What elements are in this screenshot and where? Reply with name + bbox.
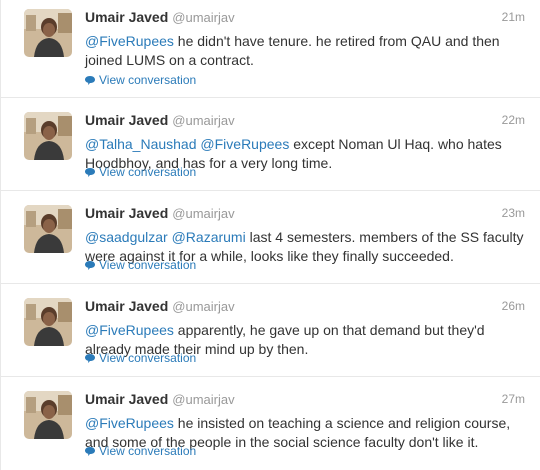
- view-conversation-link[interactable]: View conversation: [85, 165, 196, 179]
- tweet-timestamp[interactable]: 21m: [502, 10, 525, 24]
- tweet-timestamp[interactable]: 23m: [502, 206, 525, 220]
- author-handle[interactable]: @umairjav: [172, 113, 234, 128]
- view-conversation-label: View conversation: [99, 258, 197, 272]
- avatar[interactable]: [24, 298, 72, 346]
- view-conversation-link[interactable]: View conversation: [85, 351, 196, 365]
- author-name[interactable]: Umair Javed: [85, 391, 168, 407]
- author-handle[interactable]: @umairjav: [172, 299, 234, 314]
- author-name[interactable]: Umair Javed: [85, 9, 168, 25]
- tweet-item[interactable]: Umair Javed @umairjav 27m @FiveRupees he …: [1, 377, 540, 470]
- tweet-header: Umair Javed @umairjav 26m: [85, 298, 525, 316]
- avatar[interactable]: [24, 391, 72, 439]
- user-photo: [24, 9, 72, 57]
- mention-link[interactable]: @Talha_Naushad: [85, 136, 197, 152]
- tweet-text: @FiveRupees he didn't have tenure. he re…: [85, 32, 525, 70]
- mention-link[interactable]: @Razarumi: [172, 229, 246, 245]
- tweet-timestamp[interactable]: 26m: [502, 299, 525, 313]
- view-conversation-label: View conversation: [99, 165, 197, 179]
- view-conversation-label: View conversation: [99, 351, 197, 365]
- tweet-item[interactable]: Umair Javed @umairjav 23m @saadgulzar @Ra…: [1, 191, 540, 284]
- tweet-header: Umair Javed @umairjav 27m: [85, 391, 525, 409]
- speech-bubble-icon: [85, 446, 95, 456]
- view-conversation-label: View conversation: [99, 444, 197, 458]
- mention-link[interactable]: @saadgulzar: [85, 229, 168, 245]
- view-conversation-link[interactable]: View conversation: [85, 258, 196, 272]
- tweet-item[interactable]: Umair Javed @umairjav 22m @Talha_Naushad …: [1, 98, 540, 191]
- avatar[interactable]: [24, 205, 72, 253]
- mention-link[interactable]: @FiveRupees: [85, 33, 174, 49]
- speech-bubble-icon: [85, 75, 95, 85]
- author-handle[interactable]: @umairjav: [172, 206, 234, 221]
- avatar[interactable]: [24, 9, 72, 57]
- tweet-item[interactable]: Umair Javed @umairjav 26m @FiveRupees app…: [1, 284, 540, 377]
- author-name[interactable]: Umair Javed: [85, 298, 168, 314]
- user-photo: [24, 112, 72, 160]
- tweet-timestamp[interactable]: 22m: [502, 113, 525, 127]
- speech-bubble-icon: [85, 260, 95, 270]
- author-handle[interactable]: @umairjav: [172, 392, 234, 407]
- mention-link[interactable]: @FiveRupees: [85, 322, 174, 338]
- author-name[interactable]: Umair Javed: [85, 112, 168, 128]
- tweet-header: Umair Javed @umairjav 22m: [85, 112, 525, 130]
- tweet-header: Umair Javed @umairjav 21m: [85, 9, 525, 27]
- speech-bubble-icon: [85, 167, 95, 177]
- mention-link[interactable]: @FiveRupees: [200, 136, 289, 152]
- tweet-timestamp[interactable]: 27m: [502, 392, 525, 406]
- view-conversation-link[interactable]: View conversation: [85, 444, 196, 458]
- tweet-header: Umair Javed @umairjav 23m: [85, 205, 525, 223]
- tweet-timeline: Umair Javed @umairjav 21m @FiveRupees he …: [0, 0, 540, 470]
- tweet-item[interactable]: Umair Javed @umairjav 21m @FiveRupees he …: [1, 0, 540, 98]
- mention-link[interactable]: @FiveRupees: [85, 415, 174, 431]
- user-photo: [24, 391, 72, 439]
- speech-bubble-icon: [85, 353, 95, 363]
- view-conversation-label: View conversation: [99, 73, 197, 87]
- user-photo: [24, 205, 72, 253]
- author-handle[interactable]: @umairjav: [172, 10, 234, 25]
- author-name[interactable]: Umair Javed: [85, 205, 168, 221]
- view-conversation-link[interactable]: View conversation: [85, 73, 196, 87]
- avatar[interactable]: [24, 112, 72, 160]
- user-photo: [24, 298, 72, 346]
